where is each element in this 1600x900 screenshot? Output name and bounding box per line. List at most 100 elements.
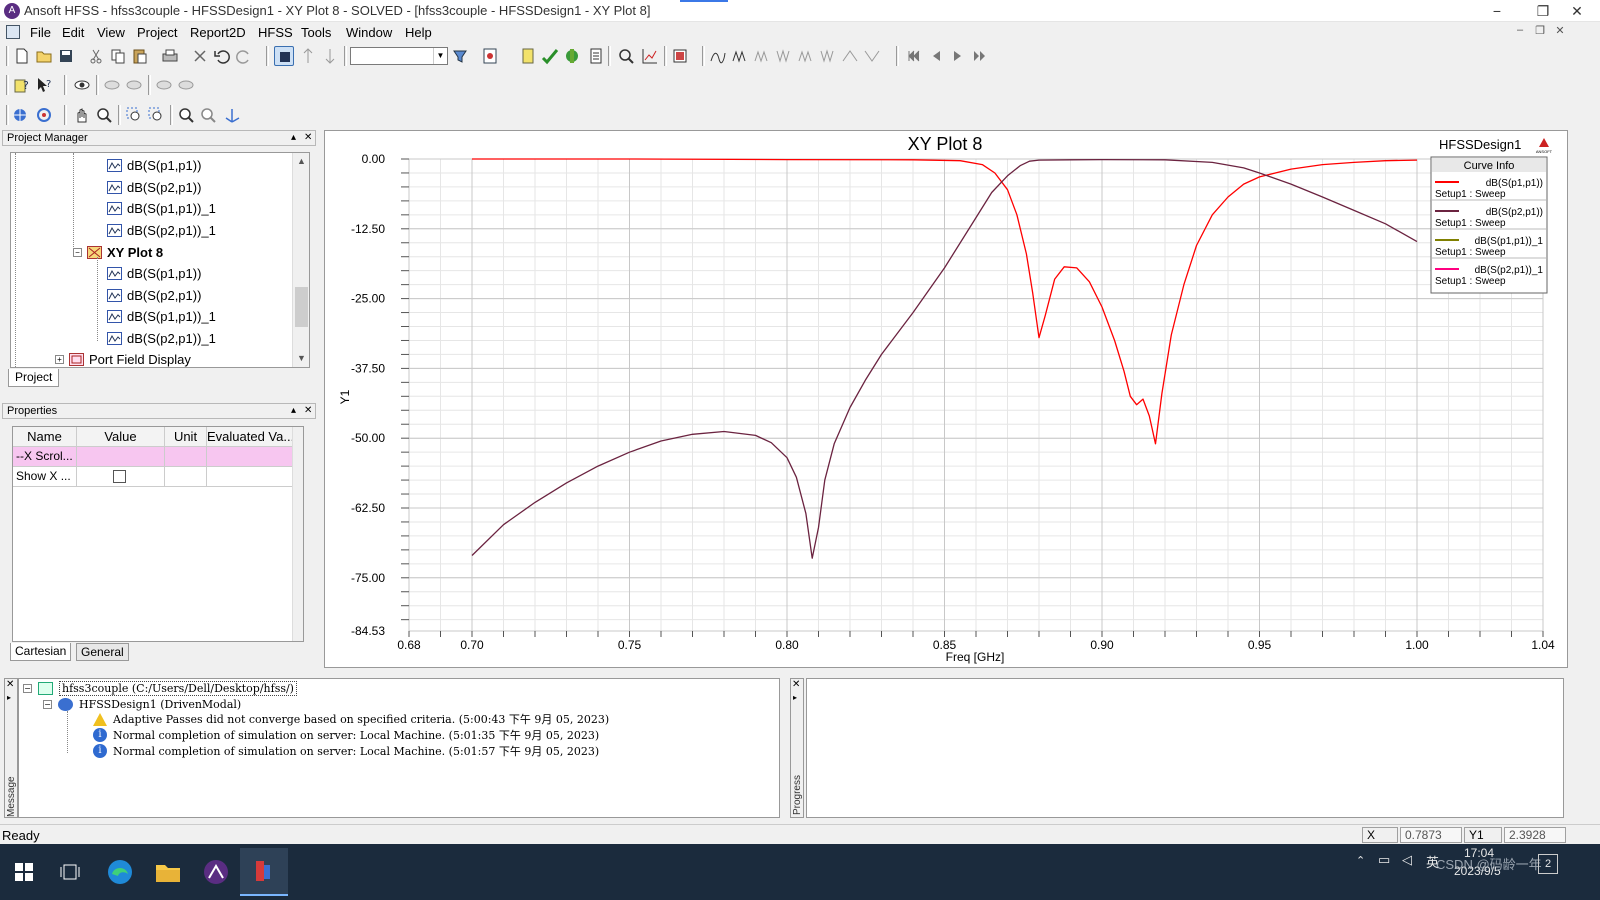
menu-window[interactable]: Window [346, 25, 392, 40]
tree-scrollbar[interactable]: ▲ ▼ [292, 153, 309, 367]
message-design-row[interactable]: − HFSSDesign1 (DrivenModal) [43, 696, 241, 712]
property-name-cell[interactable]: Show X ... [13, 467, 77, 487]
message-row-info[interactable]: i Normal completion of simulation on ser… [93, 743, 599, 759]
property-name-cell[interactable]: --X Scrol... [13, 447, 77, 467]
tree-item-port-field-display[interactable]: + Port Field Display [55, 349, 191, 367]
menu-file[interactable]: File [30, 25, 51, 40]
tree-item-curve[interactable]: dB(S(p2,p1)) [107, 177, 201, 198]
model-icon[interactable] [10, 105, 30, 125]
trace-icon-2[interactable] [730, 46, 750, 66]
menu-help[interactable]: Help [405, 25, 432, 40]
save-icon[interactable] [56, 46, 76, 66]
layout-icon[interactable] [670, 46, 690, 66]
edge-browser-icon[interactable] [96, 848, 144, 896]
message-row-info[interactable]: i Normal completion of simulation on ser… [93, 727, 599, 743]
print-icon[interactable] [160, 46, 180, 66]
menu-project[interactable]: Project [137, 25, 177, 40]
column-header-value[interactable]: Value [77, 427, 165, 447]
file-explorer-icon[interactable] [144, 848, 192, 896]
tree-item-curve[interactable]: dB(S(p2,p1)) [107, 285, 201, 306]
results-icon[interactable] [562, 46, 582, 66]
menu-view[interactable]: View [97, 25, 125, 40]
message-manager-panel[interactable]: − hfss3couple (C:/Users/Dell/Desktop/hfs… [18, 678, 780, 818]
progress-panel-pin-icon[interactable]: ▸ [793, 693, 797, 702]
zoom-in-icon[interactable] [124, 105, 144, 125]
property-value-cell[interactable] [77, 467, 165, 487]
plot-icon[interactable] [640, 46, 660, 66]
property-value-cell[interactable] [77, 447, 165, 467]
undo-icon[interactable] [212, 46, 232, 66]
cut-icon[interactable] [86, 46, 106, 66]
menu-report2d[interactable]: Report2D [190, 25, 246, 40]
tree-item-curve[interactable]: dB(S(p1,p1)) [107, 263, 201, 284]
design-selector-dropdown[interactable]: ▼ [350, 47, 448, 65]
column-header-unit[interactable]: Unit [165, 427, 207, 447]
trace-icon-1[interactable] [708, 46, 728, 66]
collapse-icon[interactable]: − [43, 699, 52, 709]
scroll-up-icon[interactable]: ▲ [293, 153, 309, 170]
last-frame-icon[interactable] [970, 46, 990, 66]
project-tree[interactable]: dB(S(p1,p1)) dB(S(p2,p1)) dB(S(p1,p1))_1… [10, 152, 310, 368]
trace-icon-7[interactable] [840, 46, 860, 66]
menu-tools[interactable]: Tools [301, 25, 331, 40]
fit-all-icon[interactable] [176, 105, 196, 125]
message-panel-pin-icon[interactable]: ▸ [7, 693, 11, 702]
notification-icon[interactable]: 2 [1538, 854, 1558, 874]
fit-selection-icon[interactable] [198, 105, 218, 125]
validation-icon[interactable] [480, 46, 500, 66]
axis-icon[interactable] [222, 105, 242, 125]
redo-icon[interactable] [234, 46, 254, 66]
trace-icon-8[interactable] [862, 46, 882, 66]
previous-frame-icon[interactable] [926, 46, 946, 66]
first-frame-icon[interactable] [904, 46, 924, 66]
minimize-button[interactable]: − [1474, 0, 1520, 22]
trace-icon-6[interactable] [818, 46, 838, 66]
message-panel-close-icon[interactable]: ✕ [6, 679, 14, 690]
xy-plot-window[interactable]: XY Plot 8 HFSSDesign1 ANSOFT 0.68 0.70 0.7… [324, 130, 1568, 668]
message-root-row[interactable]: − hfss3couple (C:/Users/Dell/Desktop/hfs… [23, 680, 297, 696]
panel-pin-icon[interactable]: ▴ [291, 404, 296, 418]
select-mode-icon[interactable] [274, 46, 294, 66]
hide-icon-1[interactable] [102, 75, 122, 95]
delete-icon[interactable] [190, 46, 210, 66]
show-icon-2[interactable] [176, 75, 196, 95]
xy-plot-svg[interactable]: XY Plot 8 HFSSDesign1 ANSOFT 0.68 0.70 0.7… [325, 131, 1567, 667]
menu-edit[interactable]: Edit [62, 25, 84, 40]
tray-overflow-icon[interactable]: ⌃ [1356, 854, 1365, 867]
paste-icon[interactable] [130, 46, 150, 66]
message-row-warning[interactable]: Adaptive Passes did not converge based o… [93, 711, 609, 727]
zoom-icon[interactable] [94, 105, 114, 125]
tab-general[interactable]: General [76, 643, 129, 661]
fields-icon[interactable] [616, 46, 636, 66]
column-header-evaluated[interactable]: Evaluated Va... [207, 427, 293, 447]
trace-icon-4[interactable] [774, 46, 794, 66]
start-windows-icon[interactable] [0, 848, 48, 896]
tree-item-curve[interactable]: dB(S(p2,p1))_1 [107, 220, 216, 241]
curve-info-legend[interactable]: Curve Info dB(S(p1,p1))Setup1 : SweepdB(… [1430, 156, 1548, 294]
collapse-icon[interactable]: − [73, 248, 82, 257]
tree-item-curve[interactable]: dB(S(p2,p1))_1 [107, 328, 216, 349]
boundary-icon[interactable] [518, 46, 538, 66]
new-file-icon[interactable] [12, 46, 32, 66]
context-help-icon[interactable]: ? [34, 75, 54, 95]
mdi-restore-icon[interactable]: ❐ [1532, 24, 1548, 40]
move-up-icon[interactable] [298, 46, 318, 66]
scroll-down-icon[interactable]: ▼ [293, 350, 309, 367]
scrollbar-thumb[interactable] [295, 287, 308, 327]
view-eye-icon[interactable] [72, 75, 92, 95]
task-view-icon[interactable] [46, 848, 94, 896]
orient-icon[interactable] [34, 105, 54, 125]
filter-icon[interactable] [450, 46, 470, 66]
zoom-out-icon[interactable] [146, 105, 166, 125]
trace-icon-3[interactable] [752, 46, 772, 66]
volume-icon[interactable]: ◁ [1402, 852, 1412, 868]
tab-project[interactable]: Project [8, 369, 60, 387]
mdi-close-icon[interactable]: ✕ [1552, 24, 1568, 40]
network-icon[interactable]: ▭ [1378, 852, 1390, 868]
document-icon[interactable] [6, 25, 20, 39]
copy-icon[interactable] [108, 46, 128, 66]
tree-item-curve[interactable]: dB(S(p1,p1))_1 [107, 306, 216, 327]
open-folder-icon[interactable] [34, 46, 54, 66]
tab-cartesian[interactable]: Cartesian [10, 643, 72, 661]
tree-item-curve[interactable]: dB(S(p1,p1))_1 [107, 198, 216, 219]
